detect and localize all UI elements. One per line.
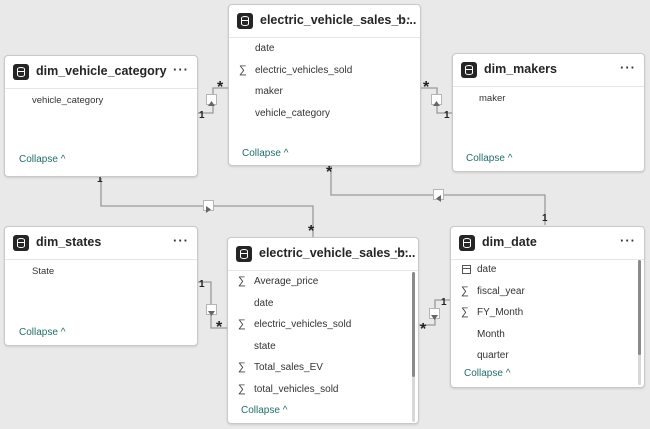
field-fy-month[interactable]: ∑ FY_Month — [451, 304, 644, 326]
table-card-dim-states[interactable]: dim_states ··· State Collapse ^ — [4, 226, 198, 346]
database-icon — [459, 235, 475, 251]
field-total-vehicles-sold[interactable]: ∑ total_vehicles_sold — [228, 381, 418, 403]
field-vehicle-category[interactable]: vehicle_category — [32, 95, 103, 106]
sigma-icon: ∑ — [238, 275, 246, 287]
table-header[interactable]: dim_makers ··· — [453, 54, 644, 87]
scrollbar-thumb[interactable] — [412, 272, 415, 377]
field-state[interactable]: state — [228, 338, 418, 360]
sigma-icon: ∑ — [461, 306, 469, 318]
table-title: dim_vehicle_category — [36, 64, 167, 78]
table-card-dim-date[interactable]: dim_date ··· date ∑ fiscal_year ∑ FY_Month… — [450, 226, 645, 388]
more-options-icon[interactable]: ··· — [396, 11, 412, 26]
rel-many-label: * — [326, 164, 333, 181]
table-title: dim_date — [482, 235, 537, 249]
rel-many-label: * — [423, 79, 430, 96]
rel-one-label: 1 — [444, 110, 450, 121]
collapse-button[interactable]: Collapse ^ — [19, 327, 65, 338]
rel-many-label: * — [217, 79, 224, 96]
filter-direction-icon[interactable] — [431, 94, 442, 106]
table-title: electric_vehicle_sales_b... — [260, 13, 417, 27]
field-electric-vehicles-sold[interactable]: ∑ electric_vehicles_sold — [229, 62, 420, 84]
chevron-up-icon: ^ — [505, 368, 511, 379]
field-date[interactable]: date — [451, 261, 644, 283]
database-icon — [13, 64, 29, 80]
table-card-ev-sales-bottom[interactable]: electric_vehicle_sales_b... ··· ∑ Average… — [227, 237, 419, 424]
rel-one-label: 1 — [199, 279, 205, 290]
field-state[interactable]: State — [32, 266, 54, 277]
collapse-button[interactable]: Collapse ^ — [242, 148, 288, 159]
table-title: dim_makers — [484, 62, 557, 76]
field-maker[interactable]: maker — [229, 83, 420, 105]
field-month[interactable]: Month — [451, 326, 644, 348]
field-date[interactable]: date — [228, 295, 418, 317]
calendar-icon — [462, 265, 471, 274]
collapse-button[interactable]: Collapse ^ — [241, 405, 287, 416]
collapse-button[interactable]: Collapse ^ — [466, 153, 512, 164]
filter-direction-icon[interactable] — [429, 308, 440, 320]
more-options-icon[interactable]: ··· — [620, 233, 636, 248]
filter-direction-icon[interactable] — [433, 189, 444, 202]
table-header[interactable]: electric_vehicle_sales_b... ··· — [229, 5, 420, 38]
field-maker[interactable]: maker — [479, 93, 505, 104]
chevron-up-icon: ^ — [507, 153, 513, 164]
chevron-up-icon: ^ — [60, 154, 66, 165]
field-fiscal-year[interactable]: ∑ fiscal_year — [451, 283, 644, 305]
table-card-dim-vehicle-category[interactable]: dim_vehicle_category ··· vehicle_categor… — [4, 55, 198, 177]
database-icon — [13, 235, 29, 251]
filter-direction-icon[interactable] — [203, 200, 214, 213]
chevron-up-icon: ^ — [283, 148, 289, 159]
sigma-icon: ∑ — [239, 63, 247, 76]
more-options-icon[interactable]: ··· — [173, 62, 189, 77]
rel-one-label: 1 — [542, 213, 548, 224]
sigma-icon: ∑ — [238, 382, 246, 395]
field-vehicle-category[interactable]: vehicle_category — [229, 105, 420, 127]
database-icon — [461, 62, 477, 78]
more-options-icon[interactable]: ··· — [173, 233, 189, 248]
field-total-sales-ev[interactable]: ∑ Total_sales_EV — [228, 359, 418, 381]
rel-many-label: * — [420, 321, 427, 338]
more-options-icon[interactable]: ··· — [394, 244, 410, 259]
filter-direction-icon[interactable] — [206, 304, 217, 316]
rel-many-label: * — [216, 319, 223, 336]
collapse-button[interactable]: Collapse ^ — [19, 154, 65, 165]
field-date[interactable]: date — [229, 40, 420, 62]
table-header[interactable]: dim_vehicle_category ··· — [5, 56, 197, 89]
sigma-icon: ∑ — [238, 318, 246, 330]
table-card-dim-makers[interactable]: dim_makers ··· maker Collapse ^ — [452, 53, 645, 172]
database-icon — [236, 246, 252, 262]
field-electric-vehicles-sold[interactable]: ∑ electric_vehicles_sold — [228, 316, 418, 338]
rel-one-label: 1 — [199, 110, 205, 121]
chevron-up-icon: ^ — [60, 327, 66, 338]
field-quarter[interactable]: quarter — [451, 347, 644, 369]
field-average-price[interactable]: ∑ Average_price — [228, 273, 418, 295]
table-card-ev-sales-top[interactable]: electric_vehicle_sales_b... ··· date ∑ el… — [228, 4, 421, 166]
rel-one-label: 1 — [441, 297, 447, 308]
table-title: dim_states — [36, 235, 102, 249]
chevron-up-icon: ^ — [282, 405, 288, 416]
table-header[interactable]: electric_vehicle_sales_b... ··· — [228, 238, 418, 271]
collapse-button[interactable]: Collapse ^ — [464, 368, 510, 379]
table-header[interactable]: dim_date ··· — [451, 227, 644, 260]
filter-direction-icon[interactable] — [206, 94, 217, 106]
table-header[interactable]: dim_states ··· — [5, 227, 197, 260]
sigma-icon: ∑ — [238, 361, 246, 373]
table-title: electric_vehicle_sales_b... — [259, 246, 416, 260]
scrollbar-thumb[interactable] — [638, 260, 641, 355]
sigma-icon: ∑ — [461, 284, 469, 297]
database-icon — [237, 13, 253, 29]
more-options-icon[interactable]: ··· — [620, 60, 636, 75]
